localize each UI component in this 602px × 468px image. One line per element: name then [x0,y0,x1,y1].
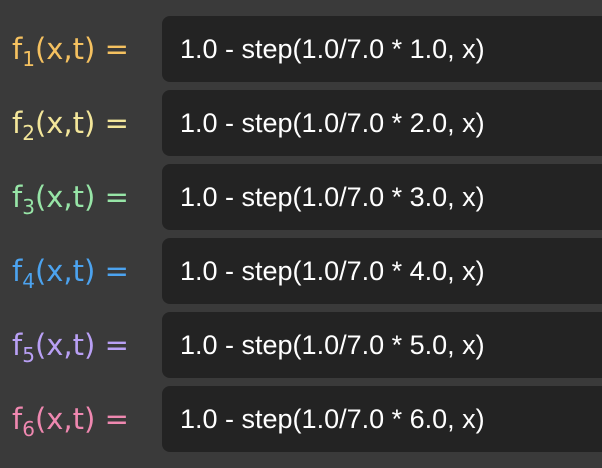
function-editor-panel: f1(x,t) = 1.0 - step(1.0/7.0 * 1.0, x) f… [0,0,602,468]
function-row-6: f6(x,t) = 1.0 - step(1.0/7.0 * 6.0, x) [0,386,602,452]
function-row-4: f4(x,t) = 1.0 - step(1.0/7.0 * 4.0, x) [0,238,602,304]
function-label-5: f5(x,t) = [12,328,129,367]
function-label-6: f6(x,t) = [12,402,129,441]
function-expression-field-3[interactable]: 1.0 - step(1.0/7.0 * 3.0, x) [162,164,602,230]
function-row-2: f2(x,t) = 1.0 - step(1.0/7.0 * 2.0, x) [0,90,602,156]
function-row-1: f1(x,t) = 1.0 - step(1.0/7.0 * 1.0, x) [0,16,602,82]
function-label-2: f2(x,t) = [12,106,129,145]
function-expression-field-4[interactable]: 1.0 - step(1.0/7.0 * 4.0, x) [162,238,602,304]
function-label-3: f3(x,t) = [12,180,129,219]
function-expression-field-5[interactable]: 1.0 - step(1.0/7.0 * 5.0, x) [162,312,602,378]
function-label-4: f4(x,t) = [12,254,129,293]
function-row-3: f3(x,t) = 1.0 - step(1.0/7.0 * 3.0, x) [0,164,602,230]
function-expression-field-2[interactable]: 1.0 - step(1.0/7.0 * 2.0, x) [162,90,602,156]
function-expression-field-6[interactable]: 1.0 - step(1.0/7.0 * 6.0, x) [162,386,602,452]
function-expression-field-1[interactable]: 1.0 - step(1.0/7.0 * 1.0, x) [162,16,602,82]
function-label-1: f1(x,t) = [12,32,129,71]
function-row-5: f5(x,t) = 1.0 - step(1.0/7.0 * 5.0, x) [0,312,602,378]
